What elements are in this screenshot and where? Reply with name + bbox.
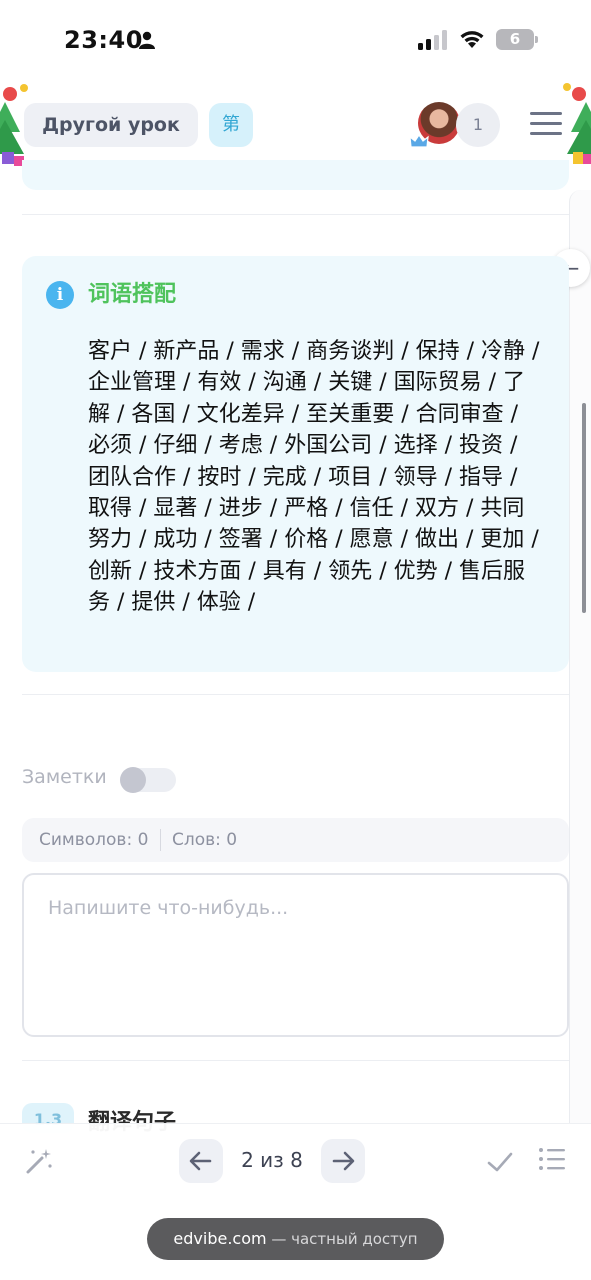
arrow-left-icon xyxy=(189,1151,212,1171)
counter-separator xyxy=(160,829,161,851)
notes-label: Заметки xyxy=(22,766,107,788)
lesson-page: { "status_bar": { "time": "23:40", "batt… xyxy=(0,0,591,1280)
crown-icon xyxy=(409,133,429,148)
magic-wand-icon[interactable] xyxy=(24,1146,54,1176)
cropped-content xyxy=(22,1190,569,1204)
chars-count: Символов: 0 xyxy=(39,830,149,850)
arrow-right-icon xyxy=(332,1151,355,1171)
clock: 23:40 xyxy=(64,26,143,54)
card-body: 客户 / 新产品 / 需求 / 商务谈判 / 保持 / 冷静 / 企业管理 / … xyxy=(88,339,540,616)
text-counter: Символов: 0 Слов: 0 xyxy=(22,818,569,862)
divider xyxy=(22,1060,569,1061)
list-icon[interactable] xyxy=(538,1146,566,1172)
battery-indicator: 6 xyxy=(496,29,538,50)
other-lesson-button[interactable]: Другой урок xyxy=(24,103,198,147)
lesson-header: Другой урок 第 1 xyxy=(0,80,591,170)
info-icon: i xyxy=(46,281,74,309)
words-count: Слов: 0 xyxy=(172,830,238,850)
toggle-knob xyxy=(120,767,146,793)
divider xyxy=(22,214,569,215)
notes-textarea[interactable]: Напишите что-нибудь... xyxy=(22,873,569,1037)
person-icon xyxy=(139,31,155,49)
notes-toggle[interactable] xyxy=(120,767,176,793)
page-indicator: 2 из 8 xyxy=(241,1148,303,1172)
online-users-count[interactable]: 1 xyxy=(456,103,500,147)
next-page-button[interactable] xyxy=(321,1139,365,1183)
battery-level: 6 xyxy=(509,30,521,48)
notes-placeholder: Напишите что-нибудь... xyxy=(48,897,289,919)
toast-suffix: — частный доступ xyxy=(266,1230,418,1248)
signal-icon xyxy=(418,30,447,50)
wifi-icon xyxy=(460,31,484,48)
toast-domain: edvibe.com xyxy=(173,1229,267,1248)
status-bar: 23:40 6 xyxy=(0,0,591,80)
scrollbar[interactable] xyxy=(582,403,586,613)
bottom-toolbar: 2 из 8 xyxy=(0,1124,591,1200)
access-toast: edvibe.com — частный доступ xyxy=(147,1218,444,1260)
previous-page-button[interactable] xyxy=(179,1139,223,1183)
side-panel[interactable] xyxy=(569,190,591,1190)
divider xyxy=(22,694,569,695)
check-icon[interactable] xyxy=(486,1149,514,1175)
previous-card-fragment xyxy=(22,160,569,190)
card-title: 词语搭配 xyxy=(88,282,177,307)
menu-icon[interactable] xyxy=(530,112,562,136)
language-badge[interactable]: 第 xyxy=(209,103,253,147)
